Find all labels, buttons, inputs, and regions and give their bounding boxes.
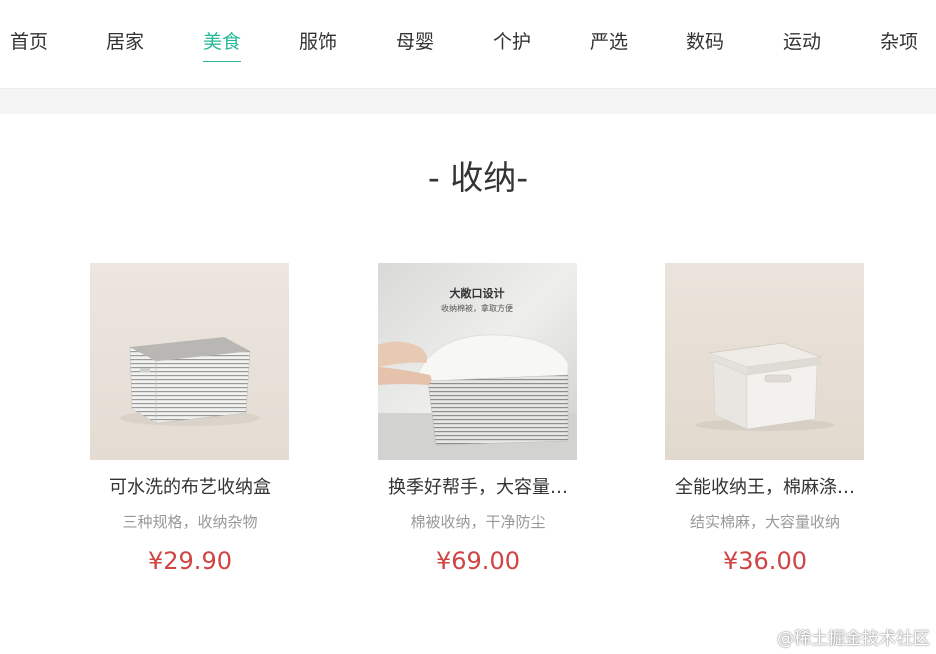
product-desc: 棉被收纳，干净防尘 xyxy=(410,513,546,531)
category-nav: 首页 居家 美食 服饰 母婴 个护 严选 数码 运动 杂项 xyxy=(0,0,936,88)
product-card[interactable]: 大敞口设计 收纳棉被，拿取方便 换季好帮手，大容量… 棉被收纳，干净防尘 ¥69… xyxy=(378,263,578,576)
product-name[interactable]: 全能收纳王，棉麻涤… xyxy=(665,476,865,500)
image-subcaption: 收纳棉被，拿取方便 xyxy=(441,303,513,313)
product-name[interactable]: 换季好帮手，大容量… xyxy=(378,476,578,500)
storage-section: - 收纳- 可水洗的布艺收纳盒 三种规格，收纳杂物 ¥29.90 大敞口设计 收… xyxy=(0,114,936,654)
product-price: ¥69.00 xyxy=(436,547,520,575)
nav-item-home-living[interactable]: 居家 xyxy=(106,28,144,62)
product-desc: 三种规格，收纳杂物 xyxy=(122,513,258,531)
product-image-fabric-box[interactable] xyxy=(90,263,289,460)
watermark: @稀土掘金技术社区 xyxy=(777,629,930,649)
nav-item-apparel[interactable]: 服饰 xyxy=(299,28,337,62)
section-divider xyxy=(0,88,936,115)
image-caption: 大敞口设计 xyxy=(450,286,505,300)
product-image-linen-box[interactable] xyxy=(665,263,864,460)
product-name[interactable]: 可水洗的布艺收纳盒 xyxy=(90,476,290,500)
product-image-quilt-bag[interactable]: 大敞口设计 收纳棉被，拿取方便 xyxy=(378,263,577,460)
nav-item-selected[interactable]: 严选 xyxy=(590,28,628,62)
product-desc: 结实棉麻，大容量收纳 xyxy=(689,513,840,531)
active-tab-underline xyxy=(203,61,242,62)
nav-item-sports[interactable]: 运动 xyxy=(783,28,821,62)
section-title: - 收纳- xyxy=(427,158,529,197)
product-card[interactable]: 可水洗的布艺收纳盒 三种规格，收纳杂物 ¥29.90 xyxy=(90,263,290,576)
nav-item-home[interactable]: 首页 xyxy=(10,28,48,62)
nav-item-personal-care[interactable]: 个护 xyxy=(493,28,531,62)
product-card[interactable]: 全能收纳王，棉麻涤… 结实棉麻，大容量收纳 ¥36.00 xyxy=(665,263,865,576)
nav-item-digital[interactable]: 数码 xyxy=(686,28,724,62)
nav-item-food-label: 美食 xyxy=(203,31,242,53)
nav-item-misc[interactable]: 杂项 xyxy=(880,28,918,62)
nav-item-baby[interactable]: 母婴 xyxy=(396,28,434,62)
nav-item-food[interactable]: 美食 xyxy=(203,28,242,62)
product-price: ¥36.00 xyxy=(723,547,807,575)
product-price: ¥29.90 xyxy=(148,547,232,575)
